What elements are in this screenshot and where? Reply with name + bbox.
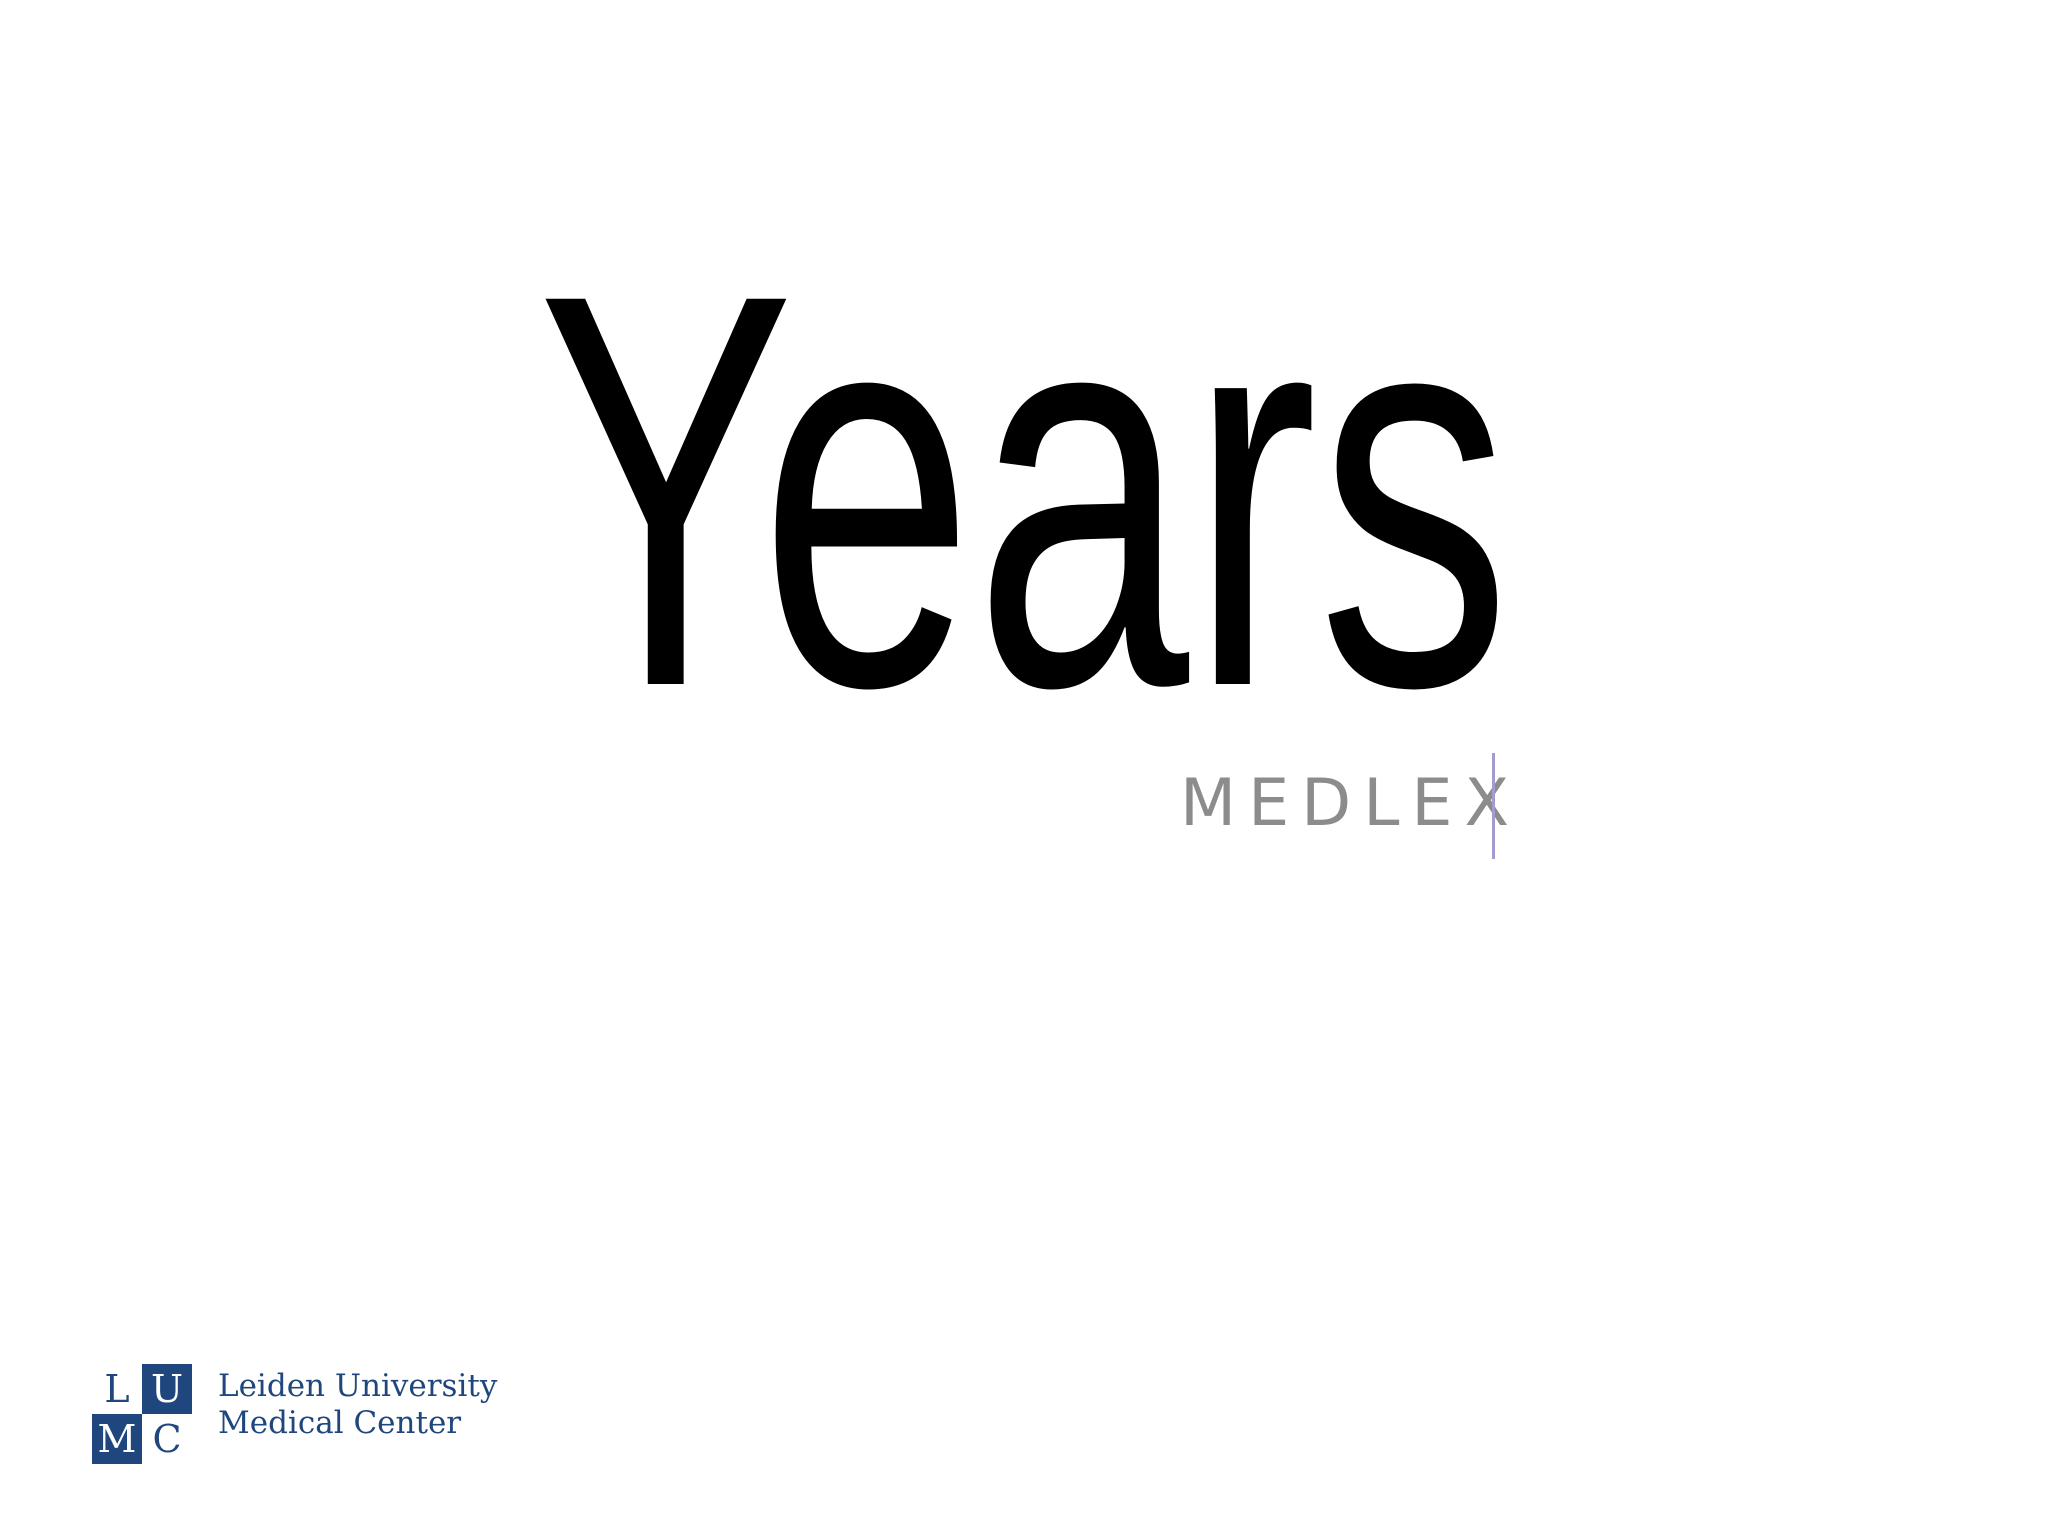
lumc-letter-l: L <box>104 1367 129 1411</box>
lumc-letter-u: U <box>151 1367 183 1411</box>
lumc-logo: L U M C Leiden University Medical Center <box>92 1364 512 1464</box>
lumc-name: Leiden University Medical Center <box>218 1368 497 1442</box>
medlex-divider <box>1492 753 1495 859</box>
lumc-letter-c: C <box>152 1417 181 1461</box>
lumc-name-line-1: Leiden University <box>218 1368 498 1404</box>
slide-title: Years <box>537 177 1511 803</box>
medlex-text: MEDLEX <box>1180 766 1522 841</box>
lumc-logo-mark: L U M C <box>92 1364 192 1464</box>
medlex-wordmark: MEDLEX <box>1180 753 1509 865</box>
lumc-name-line-2: Medical Center <box>218 1405 462 1442</box>
lumc-letter-m: M <box>98 1417 137 1461</box>
